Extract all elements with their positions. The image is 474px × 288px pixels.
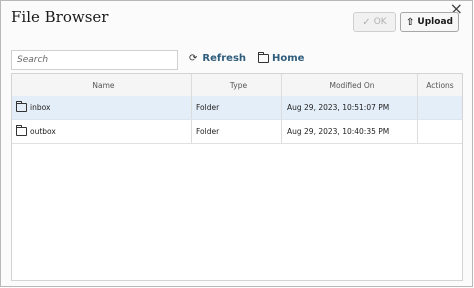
column-header-actions: Actions — [426, 80, 454, 90]
column-header-modified[interactable]: Modified On — [282, 74, 418, 96]
table-header: Name Type Modified On Actions — [12, 74, 462, 97]
upload-button[interactable]: ⇧ Upload — [400, 12, 459, 32]
modified-cell: Aug 29, 2023, 10:51:07 PM — [282, 96, 418, 119]
name-cell[interactable]: outbox — [12, 120, 192, 143]
ok-label: OK — [373, 17, 387, 27]
ok-button[interactable]: ✓ OK — [353, 12, 396, 32]
refresh-icon: ⟳ — [189, 53, 198, 64]
folder-icon — [16, 125, 27, 136]
search-input[interactable] — [11, 50, 178, 70]
home-folder-icon — [258, 52, 269, 63]
file-browser-dialog: File Browser × ✓ OK ⇧ Upload ⟳ Refresh H… — [0, 0, 473, 287]
home-label: Home — [272, 53, 305, 64]
actions-cell — [418, 96, 462, 119]
type-cell: Folder — [192, 96, 282, 119]
column-header-name[interactable]: Name — [12, 74, 192, 96]
table-row[interactable]: inbox Folder Aug 29, 2023, 10:51:07 PM — [12, 96, 462, 120]
type-cell: Folder — [192, 120, 282, 143]
actions-cell — [418, 120, 462, 143]
name-cell[interactable]: inbox — [12, 96, 192, 119]
column-header-type[interactable]: Type — [192, 74, 282, 96]
folder-icon — [16, 101, 27, 112]
home-link[interactable]: Home — [258, 52, 305, 64]
dialog-title: File Browser — [11, 8, 109, 26]
refresh-label: Refresh — [202, 53, 247, 64]
modified-cell: Aug 29, 2023, 10:40:35 PM — [282, 120, 418, 143]
file-table: Name Type Modified On Actions inbox Fold… — [11, 73, 463, 281]
check-icon: ✓ — [362, 16, 371, 28]
upload-icon: ⇧ — [406, 16, 415, 28]
upload-label: Upload — [417, 17, 453, 27]
table-row[interactable]: outbox Folder Aug 29, 2023, 10:40:35 PM — [12, 120, 462, 144]
file-name: outbox — [30, 127, 56, 136]
refresh-link[interactable]: ⟳ Refresh — [189, 53, 246, 64]
file-name: inbox — [30, 103, 51, 112]
